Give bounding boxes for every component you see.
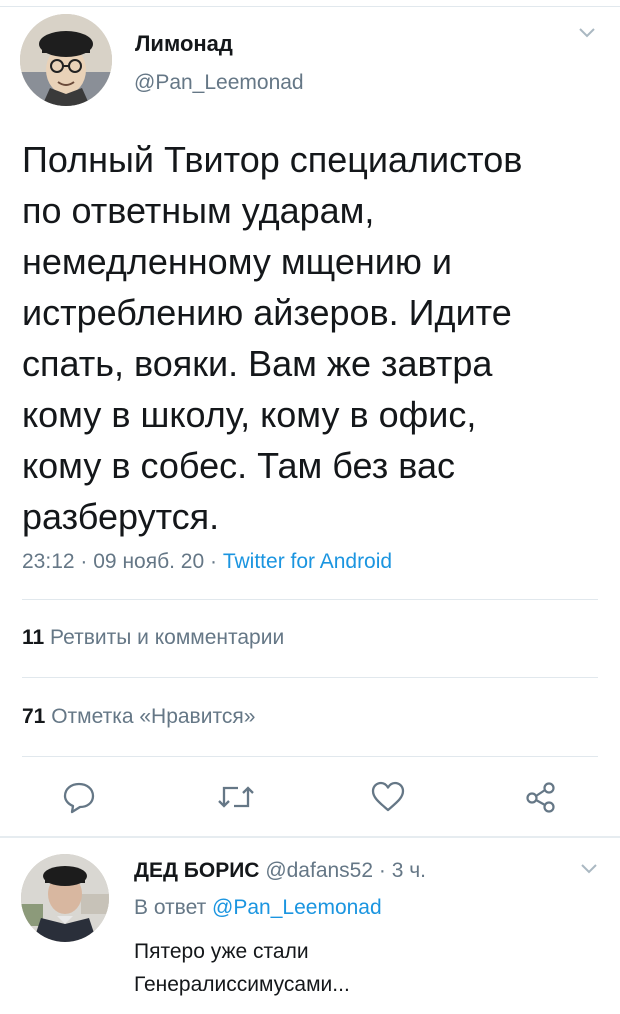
in-reply-handle[interactable]: @Pan_Leemonad: [212, 896, 382, 919]
reply-display-name[interactable]: ДЕД БОРИС: [134, 859, 259, 882]
reply-text-line: Генералиссимусами...: [134, 973, 350, 996]
tweet-text-line: разберутся.: [22, 496, 220, 537]
reply-text: Пятеро уже стали Генералиссимусами...: [134, 935, 350, 1001]
likes-count: 71: [22, 705, 46, 728]
comment-icon: [63, 782, 95, 814]
tweet-text-line: спать, вояки. Вам же завтра: [22, 343, 493, 384]
reply-text-line: Пятеро уже стали: [134, 940, 309, 963]
tweet-text-line: кому в школу, кому в офис,: [22, 394, 477, 435]
stats-divider-top: [22, 599, 598, 600]
reply-menu-chevron-icon[interactable]: [580, 862, 598, 880]
tweet-text-line: Полный Твитор специалистов: [22, 139, 523, 180]
reply-author-avatar[interactable]: [21, 854, 109, 942]
tweet-text-line: немедленному мщению и: [22, 241, 452, 282]
tweet-text: Полный Твитор специалистов по ответным у…: [22, 134, 612, 542]
in-reply-to: В ответ @Pan_Leemonad: [134, 896, 382, 920]
reply-avatar-image: [21, 854, 109, 942]
author-avatar[interactable]: [20, 14, 112, 106]
stats-divider-middle: [22, 677, 598, 678]
like-button[interactable]: [370, 781, 406, 813]
share-icon: [526, 782, 555, 813]
likes-label: Отметка «Нравится»: [51, 705, 256, 728]
author-avatar-image: [20, 14, 112, 106]
author-display-name[interactable]: Лимонад: [135, 31, 233, 57]
top-divider: [0, 6, 620, 7]
meta-separator: ·: [80, 550, 88, 573]
retweets-count: 11: [22, 626, 45, 649]
share-button[interactable]: [524, 780, 558, 814]
tweet-date: 09 нояб. 20: [93, 550, 205, 573]
reply-handle-time[interactable]: @dafans52 · 3 ч.: [265, 859, 426, 882]
stats-divider-bottom: [22, 756, 598, 757]
tweet-meta: 23:12 · 09 нояб. 20 · Twitter for Androi…: [22, 550, 392, 574]
tweet-source-link[interactable]: Twitter for Android: [223, 550, 392, 573]
heart-icon: [371, 781, 405, 812]
in-reply-prefix: В ответ: [134, 896, 207, 919]
retweets-label: Ретвиты и комментарии: [50, 626, 285, 649]
tweet-menu-chevron-icon[interactable]: [578, 26, 596, 44]
reply-button[interactable]: [62, 780, 96, 814]
retweet-icon: [218, 786, 254, 808]
section-divider: [0, 836, 620, 838]
retweets-stat[interactable]: 11 Ретвиты и комментарии: [22, 626, 284, 650]
tweet-text-line: истреблению айзеров. Идите: [22, 292, 512, 333]
retweet-button[interactable]: [216, 782, 256, 812]
author-handle[interactable]: @Pan_Leemonad: [134, 71, 304, 95]
tweet-time: 23:12: [22, 550, 75, 573]
tweet-text-line: кому в собес. Там без вас: [22, 445, 455, 486]
tweet-text-line: по ответным ударам,: [22, 190, 375, 231]
tweet-screen: { "tweet": { "display_name": "Лимонад", …: [0, 0, 620, 1014]
meta-separator: ·: [210, 550, 217, 573]
reply-header: ДЕД БОРИС @dafans52 · 3 ч.: [134, 859, 426, 883]
likes-stat[interactable]: 71 Отметка «Нравится»: [22, 705, 255, 729]
